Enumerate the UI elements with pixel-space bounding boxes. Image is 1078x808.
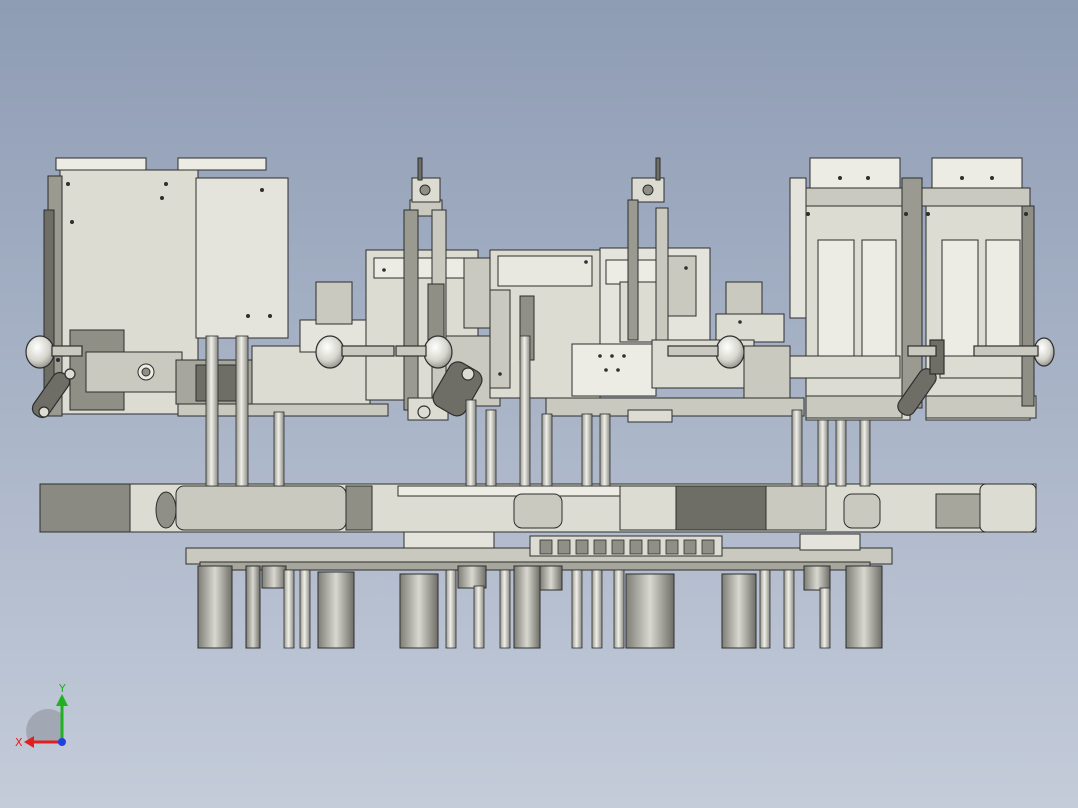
z-axis-icon	[58, 738, 66, 746]
y-axis-label: Y	[58, 684, 66, 695]
x-axis-label: X	[15, 736, 23, 749]
machine-assembly-model[interactable]	[0, 0, 1078, 808]
horizontal-beam[interactable]	[39, 483, 1037, 533]
orientation-triad[interactable]: X Y	[12, 684, 76, 754]
y-arrow-icon	[56, 694, 68, 706]
center-right-frame[interactable]	[489, 157, 805, 423]
right-housing-1[interactable]	[789, 157, 911, 421]
base-plate[interactable]	[185, 531, 893, 571]
cad-viewport[interactable]: X Y	[0, 0, 1078, 808]
triad-base	[26, 709, 62, 742]
